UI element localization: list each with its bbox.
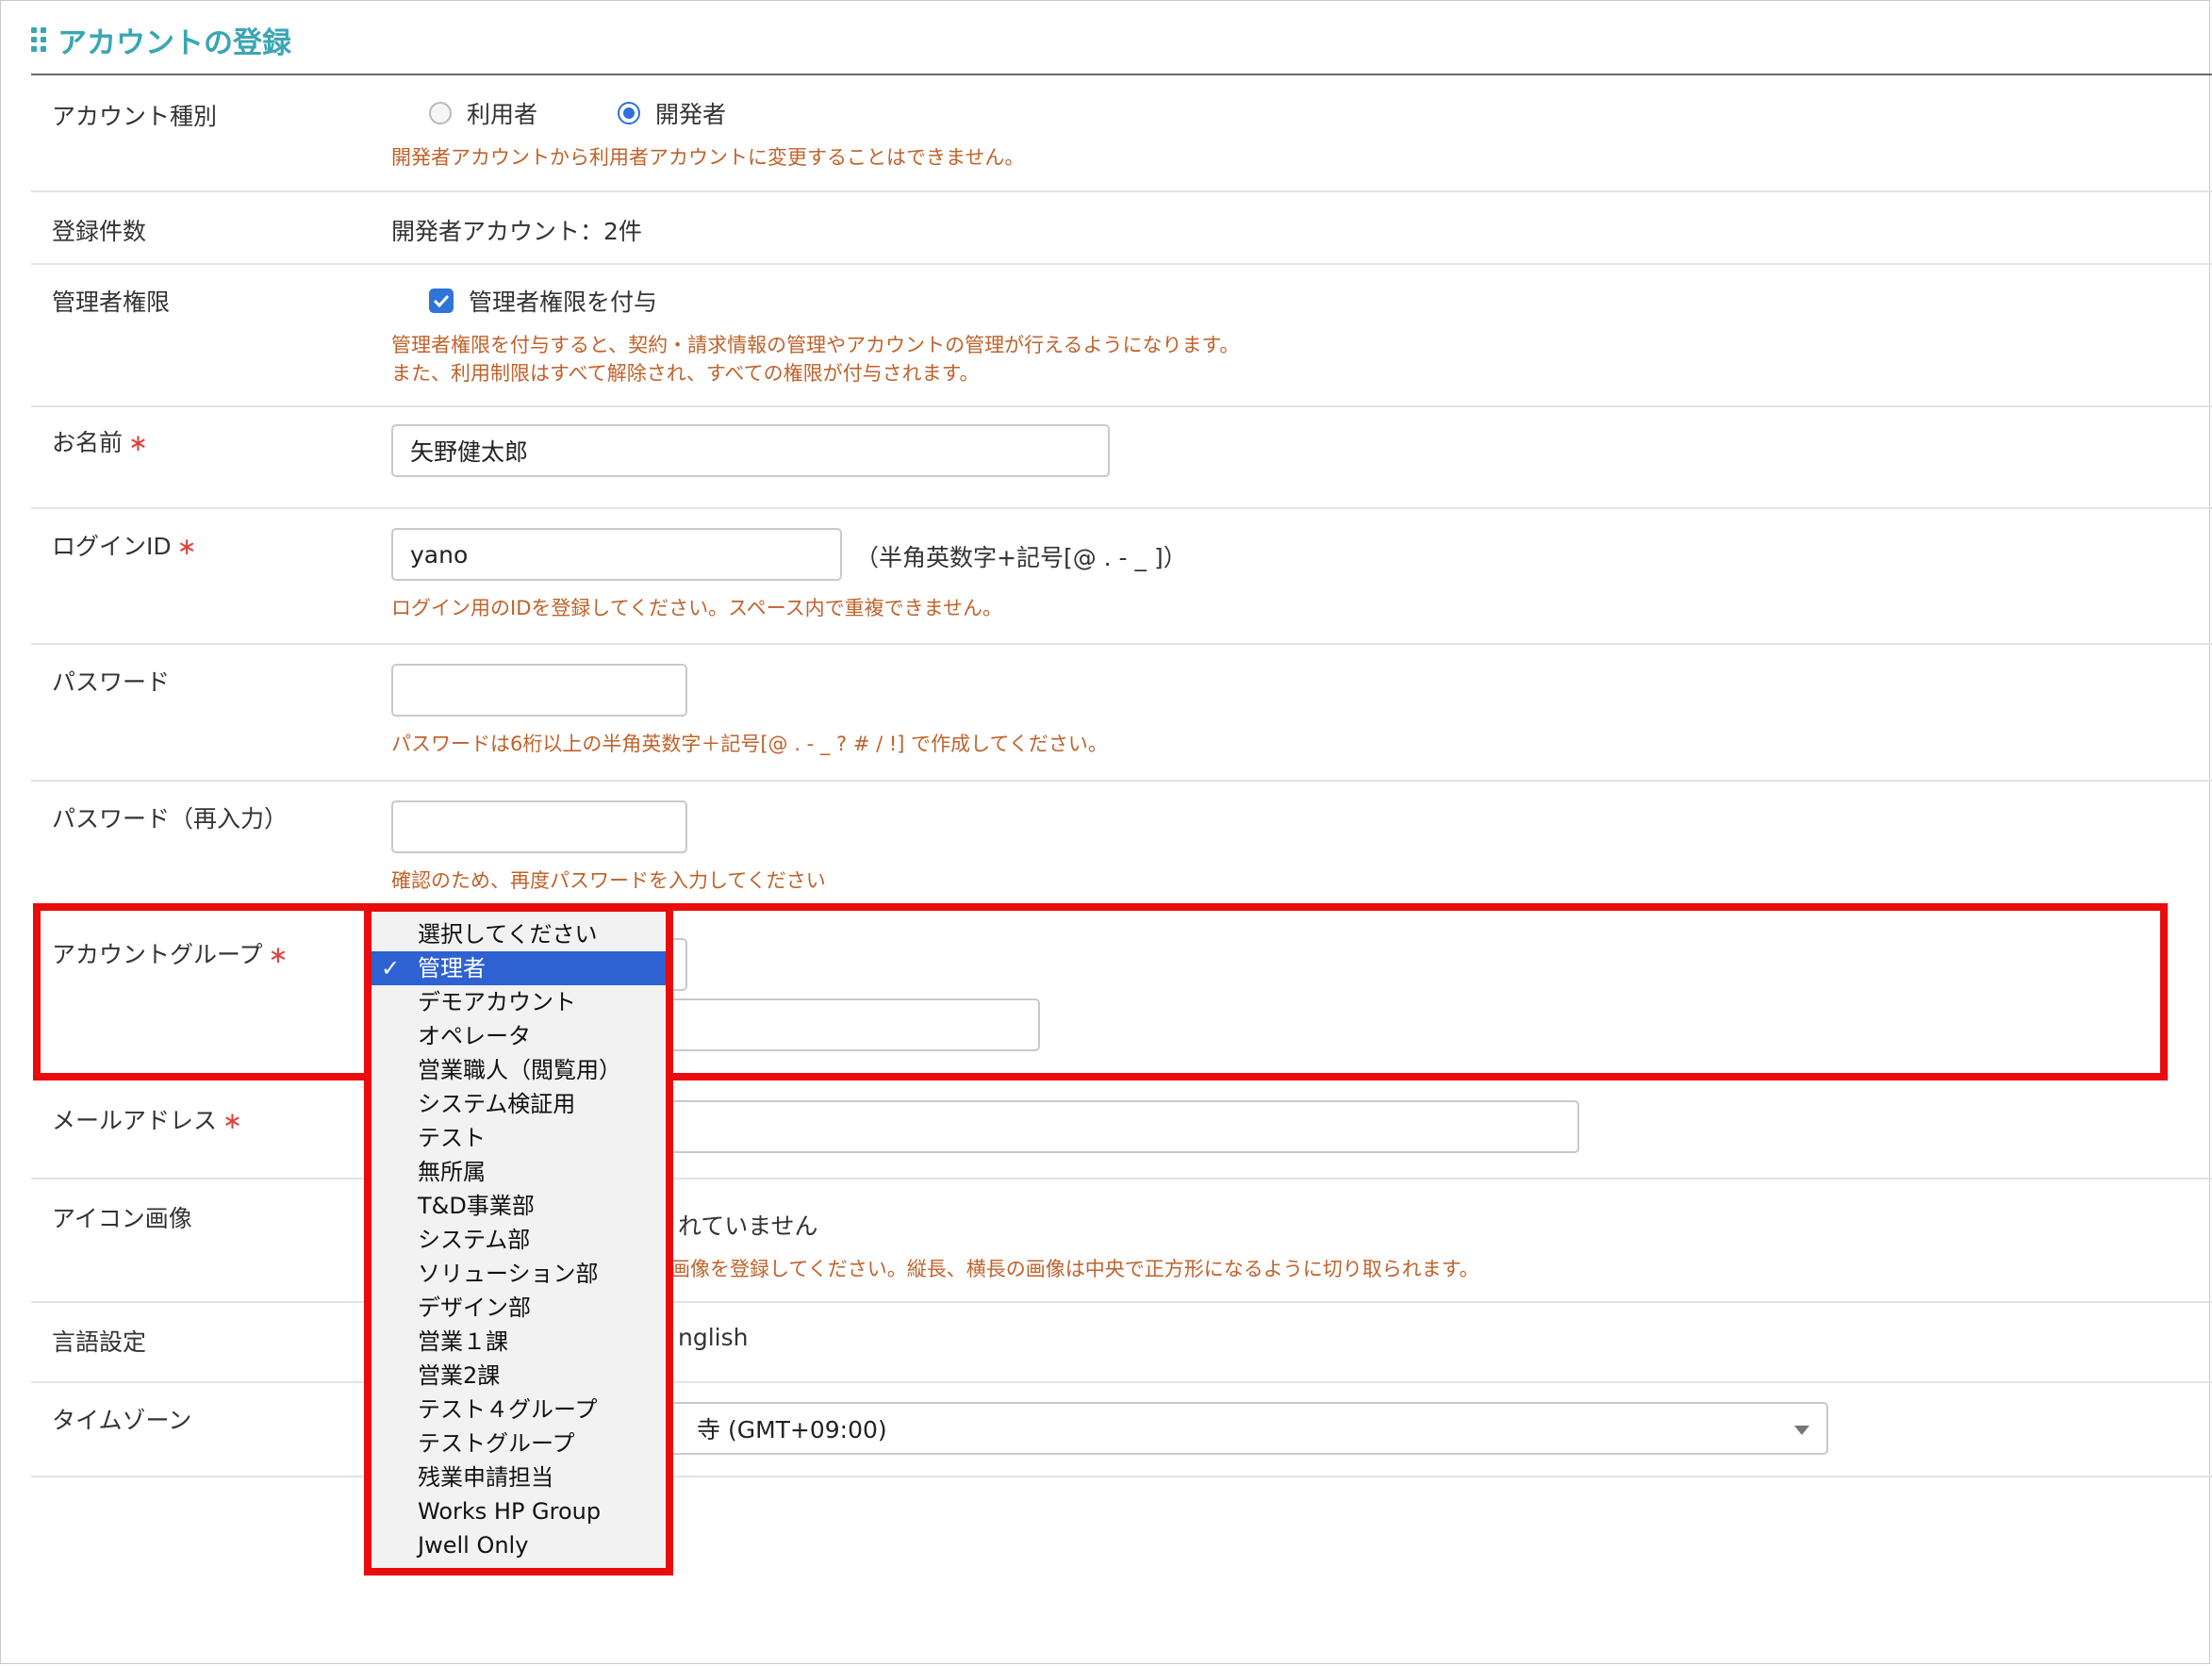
language-value[interactable]: nglish [678, 1324, 748, 1351]
login-id-note: ログイン用のIDを登録してください。スペース内で重複できません。 [391, 597, 1002, 619]
dropdown-option-selected[interactable]: ✓ 管理者 [371, 951, 666, 985]
dropdown-option[interactable]: 選択してください [371, 917, 666, 951]
dropdown-option[interactable]: Jwell Only [371, 1528, 666, 1562]
icon-image-label: アイコン画像 [52, 1205, 192, 1232]
row-password-confirm: パスワード（再入力） 確認のため、再度パスワードを入力してください [31, 782, 2212, 900]
dropdown-option-label: 管理者 [418, 955, 486, 981]
row-registered-count: 登録件数 開発者アカウント：2件 [31, 192, 2212, 265]
admin-checkbox[interactable] [429, 289, 454, 313]
annotation-highlight [33, 903, 2168, 1080]
admin-note-line2: また、利用制限はすべて解除され、すべての権限が付与されます。 [391, 362, 980, 385]
admin-checkbox-label[interactable]: 管理者権限を付与 [469, 284, 657, 318]
required-mark: ∗ [128, 429, 148, 456]
radio-developer[interactable] [618, 102, 641, 124]
dropdown-highlight: 選択してください ✓ 管理者 デモアカウント オペレータ 営業職人（閲覧用） シス… [364, 904, 673, 1575]
name-input[interactable]: 矢野健太郎 [391, 424, 1110, 477]
account-type-label: アカウント種別 [52, 103, 218, 130]
row-email: メールアドレス ∗ [31, 1081, 2212, 1179]
required-mark: ∗ [176, 533, 197, 560]
dropdown-option[interactable]: テストグループ [371, 1427, 666, 1460]
dropdown-option[interactable]: Works HP Group [371, 1494, 666, 1528]
timezone-label: タイムゾーン [52, 1407, 192, 1434]
dropdown-option[interactable]: 営業１課 [371, 1325, 666, 1359]
dropdown-option[interactable]: 無所属 [371, 1155, 666, 1189]
radio-user-label[interactable]: 利用者 [467, 96, 537, 130]
password-confirm-label: パスワード（再入力） [52, 805, 289, 833]
admin-checkbox-group: 管理者権限を付与 [391, 284, 657, 318]
registered-count-label: 登録件数 [52, 218, 147, 245]
dropdown-option[interactable]: システム部 [371, 1223, 666, 1257]
admin-privilege-label: 管理者権限 [52, 289, 171, 316]
password-confirm-input[interactable] [391, 800, 687, 853]
login-id-label-text: ログインID [52, 533, 172, 560]
account-type-note: 開発者アカウントから利用者アカウントに変更することはできません。 [391, 146, 1025, 169]
language-label: 言語設定 [52, 1328, 147, 1356]
page-title: アカウントの登録 [31, 21, 291, 60]
required-mark: ∗ [223, 1107, 242, 1134]
page-title-text: アカウントの登録 [58, 25, 291, 60]
dropdown-option[interactable]: 残業申請担当 [371, 1460, 666, 1494]
password-label: パスワード [52, 668, 171, 696]
dropdown-option[interactable]: オペレータ [371, 1019, 666, 1053]
admin-note-line1: 管理者権限を付与すると、契約・請求情報の管理やアカウントの管理が行えるようになり… [391, 334, 1240, 356]
icon-image-note: 画像を登録してください。縦長、横長の画像は中央で正方形になるように切り取られます… [670, 1258, 1479, 1280]
email-label-text: メールアドレス [52, 1107, 218, 1134]
dropdown-option[interactable]: テスト [371, 1121, 666, 1155]
dropdown-option[interactable]: システム検証用 [371, 1087, 666, 1121]
row-icon-image: アイコン画像 れていません 画像を登録してください。縦長、横長の画像は中央で正方… [31, 1179, 2212, 1303]
radio-developer-label[interactable]: 開発者 [655, 96, 726, 130]
radio-user[interactable] [429, 102, 452, 124]
row-account-type: アカウント種別 利用者 開発者 開発者アカウントから利用者アカウントに変更するこ… [31, 75, 2212, 192]
dropdown-option[interactable]: 営業2課 [371, 1359, 666, 1393]
timezone-value: 寺 (GMT+09:00) [697, 1416, 887, 1443]
grip-icon [31, 27, 46, 52]
dropdown-option[interactable]: デザイン部 [371, 1291, 666, 1325]
login-id-hint: （半角英数字+記号[@ . - _ ]） [855, 544, 1187, 571]
email-label: メールアドレス ∗ [52, 1102, 242, 1136]
password-input[interactable] [391, 664, 687, 717]
login-id-label: ログインID ∗ [52, 528, 197, 562]
account-group-dropdown: 選択してください ✓ 管理者 デモアカウント オペレータ 営業職人（閲覧用） シス… [371, 912, 666, 1568]
registered-count-value: 開発者アカウント：2件 [391, 218, 642, 245]
login-id-input[interactable]: yano [391, 528, 842, 581]
row-password: パスワード パスワードは6桁以上の半角英数字＋記号[@ . - _ ? # / … [31, 645, 2212, 782]
dropdown-option[interactable]: テスト４グループ [371, 1393, 666, 1427]
row-admin-privilege: 管理者権限 管理者権限を付与 管理者権限を付与すると、契約・請求情報の管理やアカ… [31, 265, 2212, 407]
row-timezone: タイムゾーン 寺 (GMT+09:00) [31, 1383, 2212, 1477]
row-login-id: ログインID ∗ yano （半角英数字+記号[@ . - _ ]） ログイン用の… [31, 509, 2212, 645]
row-language: 言語設定 nglish [31, 1303, 2212, 1383]
password-note: パスワードは6桁以上の半角英数字＋記号[@ . - _ ? # / !] で作成… [391, 733, 1108, 755]
checkmark-icon [433, 294, 450, 307]
dropdown-option[interactable]: T&D事業部 [371, 1189, 666, 1223]
account-type-radios: 利用者 開発者 [391, 96, 726, 130]
dropdown-option[interactable]: 営業職人（閲覧用） [371, 1053, 666, 1087]
name-label-text: お名前 [52, 429, 124, 456]
dropdown-option[interactable]: デモアカウント [371, 985, 666, 1019]
password-confirm-note: 確認のため、再度パスワードを入力してください [391, 869, 826, 892]
check-icon: ✓ [381, 955, 401, 981]
icon-image-status: れていません [678, 1212, 818, 1240]
chevron-down-icon [1794, 1426, 1809, 1435]
name-label: お名前 ∗ [52, 424, 148, 458]
dropdown-option[interactable]: ソリューション部 [371, 1257, 666, 1291]
row-name: お名前 ∗ 矢野健太郎 [31, 407, 2212, 509]
